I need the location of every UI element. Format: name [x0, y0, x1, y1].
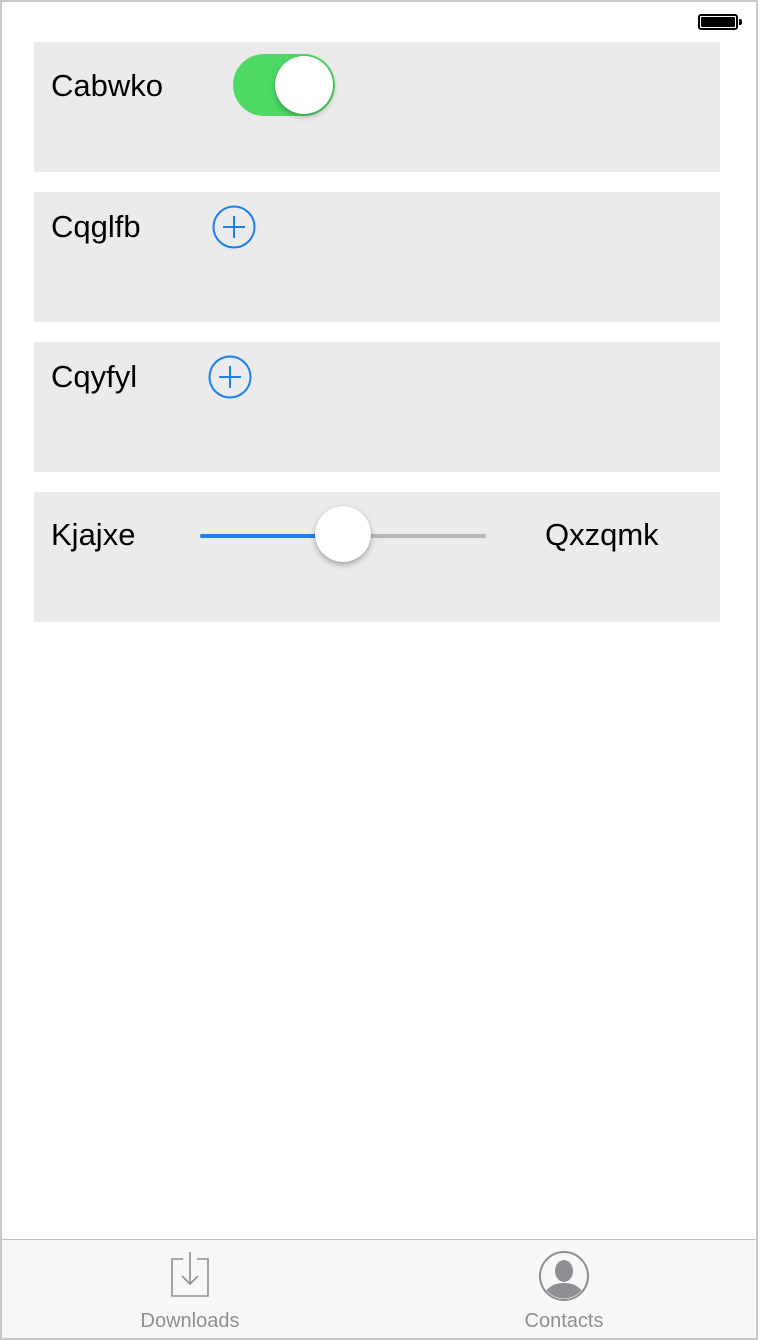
cabwko-toggle-switch[interactable] [233, 54, 335, 116]
plus-circle-icon [208, 355, 252, 399]
battery-icon [698, 14, 738, 30]
tab-contacts[interactable]: Contacts [464, 1240, 664, 1338]
cqglfb-add-button[interactable] [212, 205, 256, 249]
tab-label: Downloads [140, 1310, 240, 1332]
settings-row-kjajxe: Kjajxe Qxzqmk [34, 492, 720, 622]
row-label: Cabwko [51, 68, 163, 103]
download-tray-icon [171, 1252, 209, 1297]
tab-bar: Downloads Contacts [2, 1239, 756, 1338]
row-label: Cqglfb [51, 209, 141, 244]
plus-circle-icon [212, 205, 256, 249]
row-label: Cqyfyl [51, 359, 138, 394]
tab-label: Contacts [524, 1310, 604, 1332]
contact-person-icon [539, 1251, 589, 1301]
status-bar [2, 2, 756, 42]
slider-max-label: Qxzqmk [545, 517, 659, 552]
app-window: Cabwko Cqglfb Cqyfyl Kjajxe Qxzqmk Downl… [0, 0, 758, 1340]
settings-row-cabwko: Cabwko [34, 42, 720, 172]
slider-min-label: Kjajxe [51, 517, 136, 552]
settings-row-cqyfyl: Cqyfyl [34, 342, 720, 472]
kjajxe-slider[interactable] [200, 504, 486, 566]
tab-downloads[interactable]: Downloads [90, 1240, 290, 1338]
cqyfyl-add-button[interactable] [208, 355, 252, 399]
settings-row-cqglfb: Cqglfb [34, 192, 720, 322]
switch-knob [275, 56, 333, 114]
slider-thumb[interactable] [315, 506, 371, 562]
